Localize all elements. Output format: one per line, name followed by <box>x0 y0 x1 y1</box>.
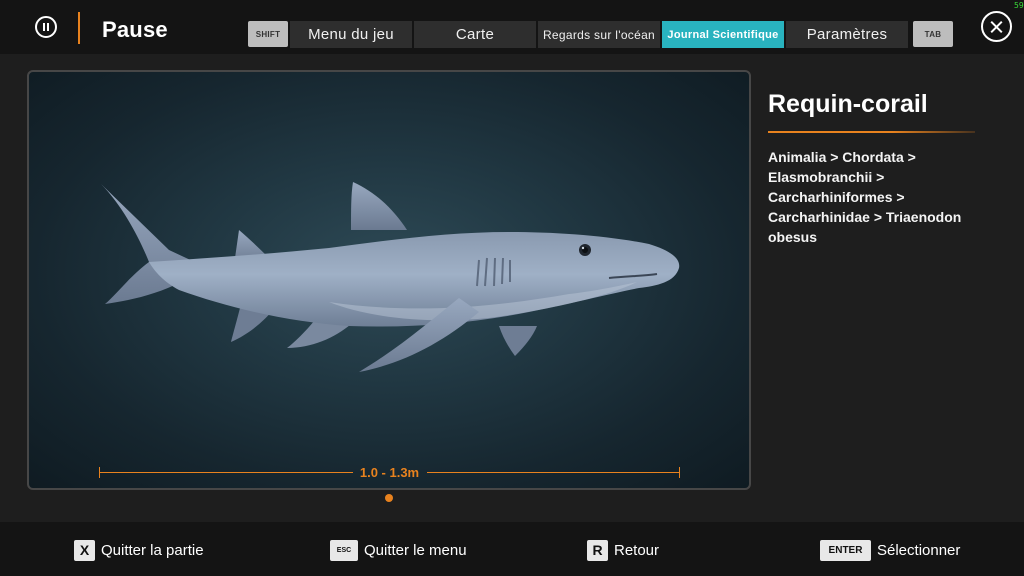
next-tab-key[interactable]: TAB <box>913 21 953 47</box>
scale-line-right <box>427 472 679 473</box>
x-key-icon: X <box>74 539 95 561</box>
back-label: Retour <box>614 541 660 559</box>
close-icon[interactable] <box>981 11 1012 42</box>
scale-line-left <box>99 472 353 473</box>
tab-regards-sur-l-ocean[interactable]: Regards sur l'océan <box>538 21 660 48</box>
pause-icon <box>35 16 57 38</box>
fps-counter: 59 <box>1014 1 1024 10</box>
quit-menu-action[interactable]: ESC Quitter le menu <box>330 539 467 561</box>
quit-game-label: Quitter la partie <box>101 541 204 559</box>
bottom-bar: X Quitter la partie ESC Quitter le menu … <box>0 522 1024 576</box>
quit-game-action[interactable]: X Quitter la partie <box>74 539 204 561</box>
size-range-label: 1.0 - 1.3m <box>359 465 420 480</box>
species-name: Requin-corail <box>768 90 928 118</box>
page-title: Pause <box>102 17 168 42</box>
top-bar: Pause SHIFT Menu du jeu Carte Regards su… <box>0 0 1024 54</box>
tab-parametres[interactable]: Paramètres <box>786 21 908 48</box>
select-action[interactable]: ENTER Sélectionner <box>820 539 960 561</box>
shark-illustration <box>101 182 680 372</box>
enter-key-icon: ENTER <box>820 539 871 561</box>
tab-menu-du-jeu[interactable]: Menu du jeu <box>290 21 412 48</box>
divider <box>78 12 80 44</box>
species-image-panel: 1.0 - 1.3m <box>27 70 751 490</box>
select-label: Sélectionner <box>877 541 961 559</box>
taxonomy-text: Animalia > Chordata > Elasmobranchii > C… <box>768 149 962 245</box>
tab-bar: SHIFT Menu du jeu Carte Regards sur l'oc… <box>248 21 953 48</box>
page-indicator-dot <box>385 494 393 502</box>
tab-journal-scientifique[interactable]: Journal Scientifique <box>662 21 784 48</box>
prev-tab-key[interactable]: SHIFT <box>248 21 288 47</box>
back-action[interactable]: R Retour <box>587 539 659 561</box>
quit-menu-label: Quitter le menu <box>364 541 467 559</box>
esc-key-icon: ESC <box>330 539 358 561</box>
tab-carte[interactable]: Carte <box>414 21 536 48</box>
title-underline <box>768 131 975 133</box>
scale-end-cap <box>679 467 680 478</box>
r-key-icon: R <box>587 539 608 561</box>
